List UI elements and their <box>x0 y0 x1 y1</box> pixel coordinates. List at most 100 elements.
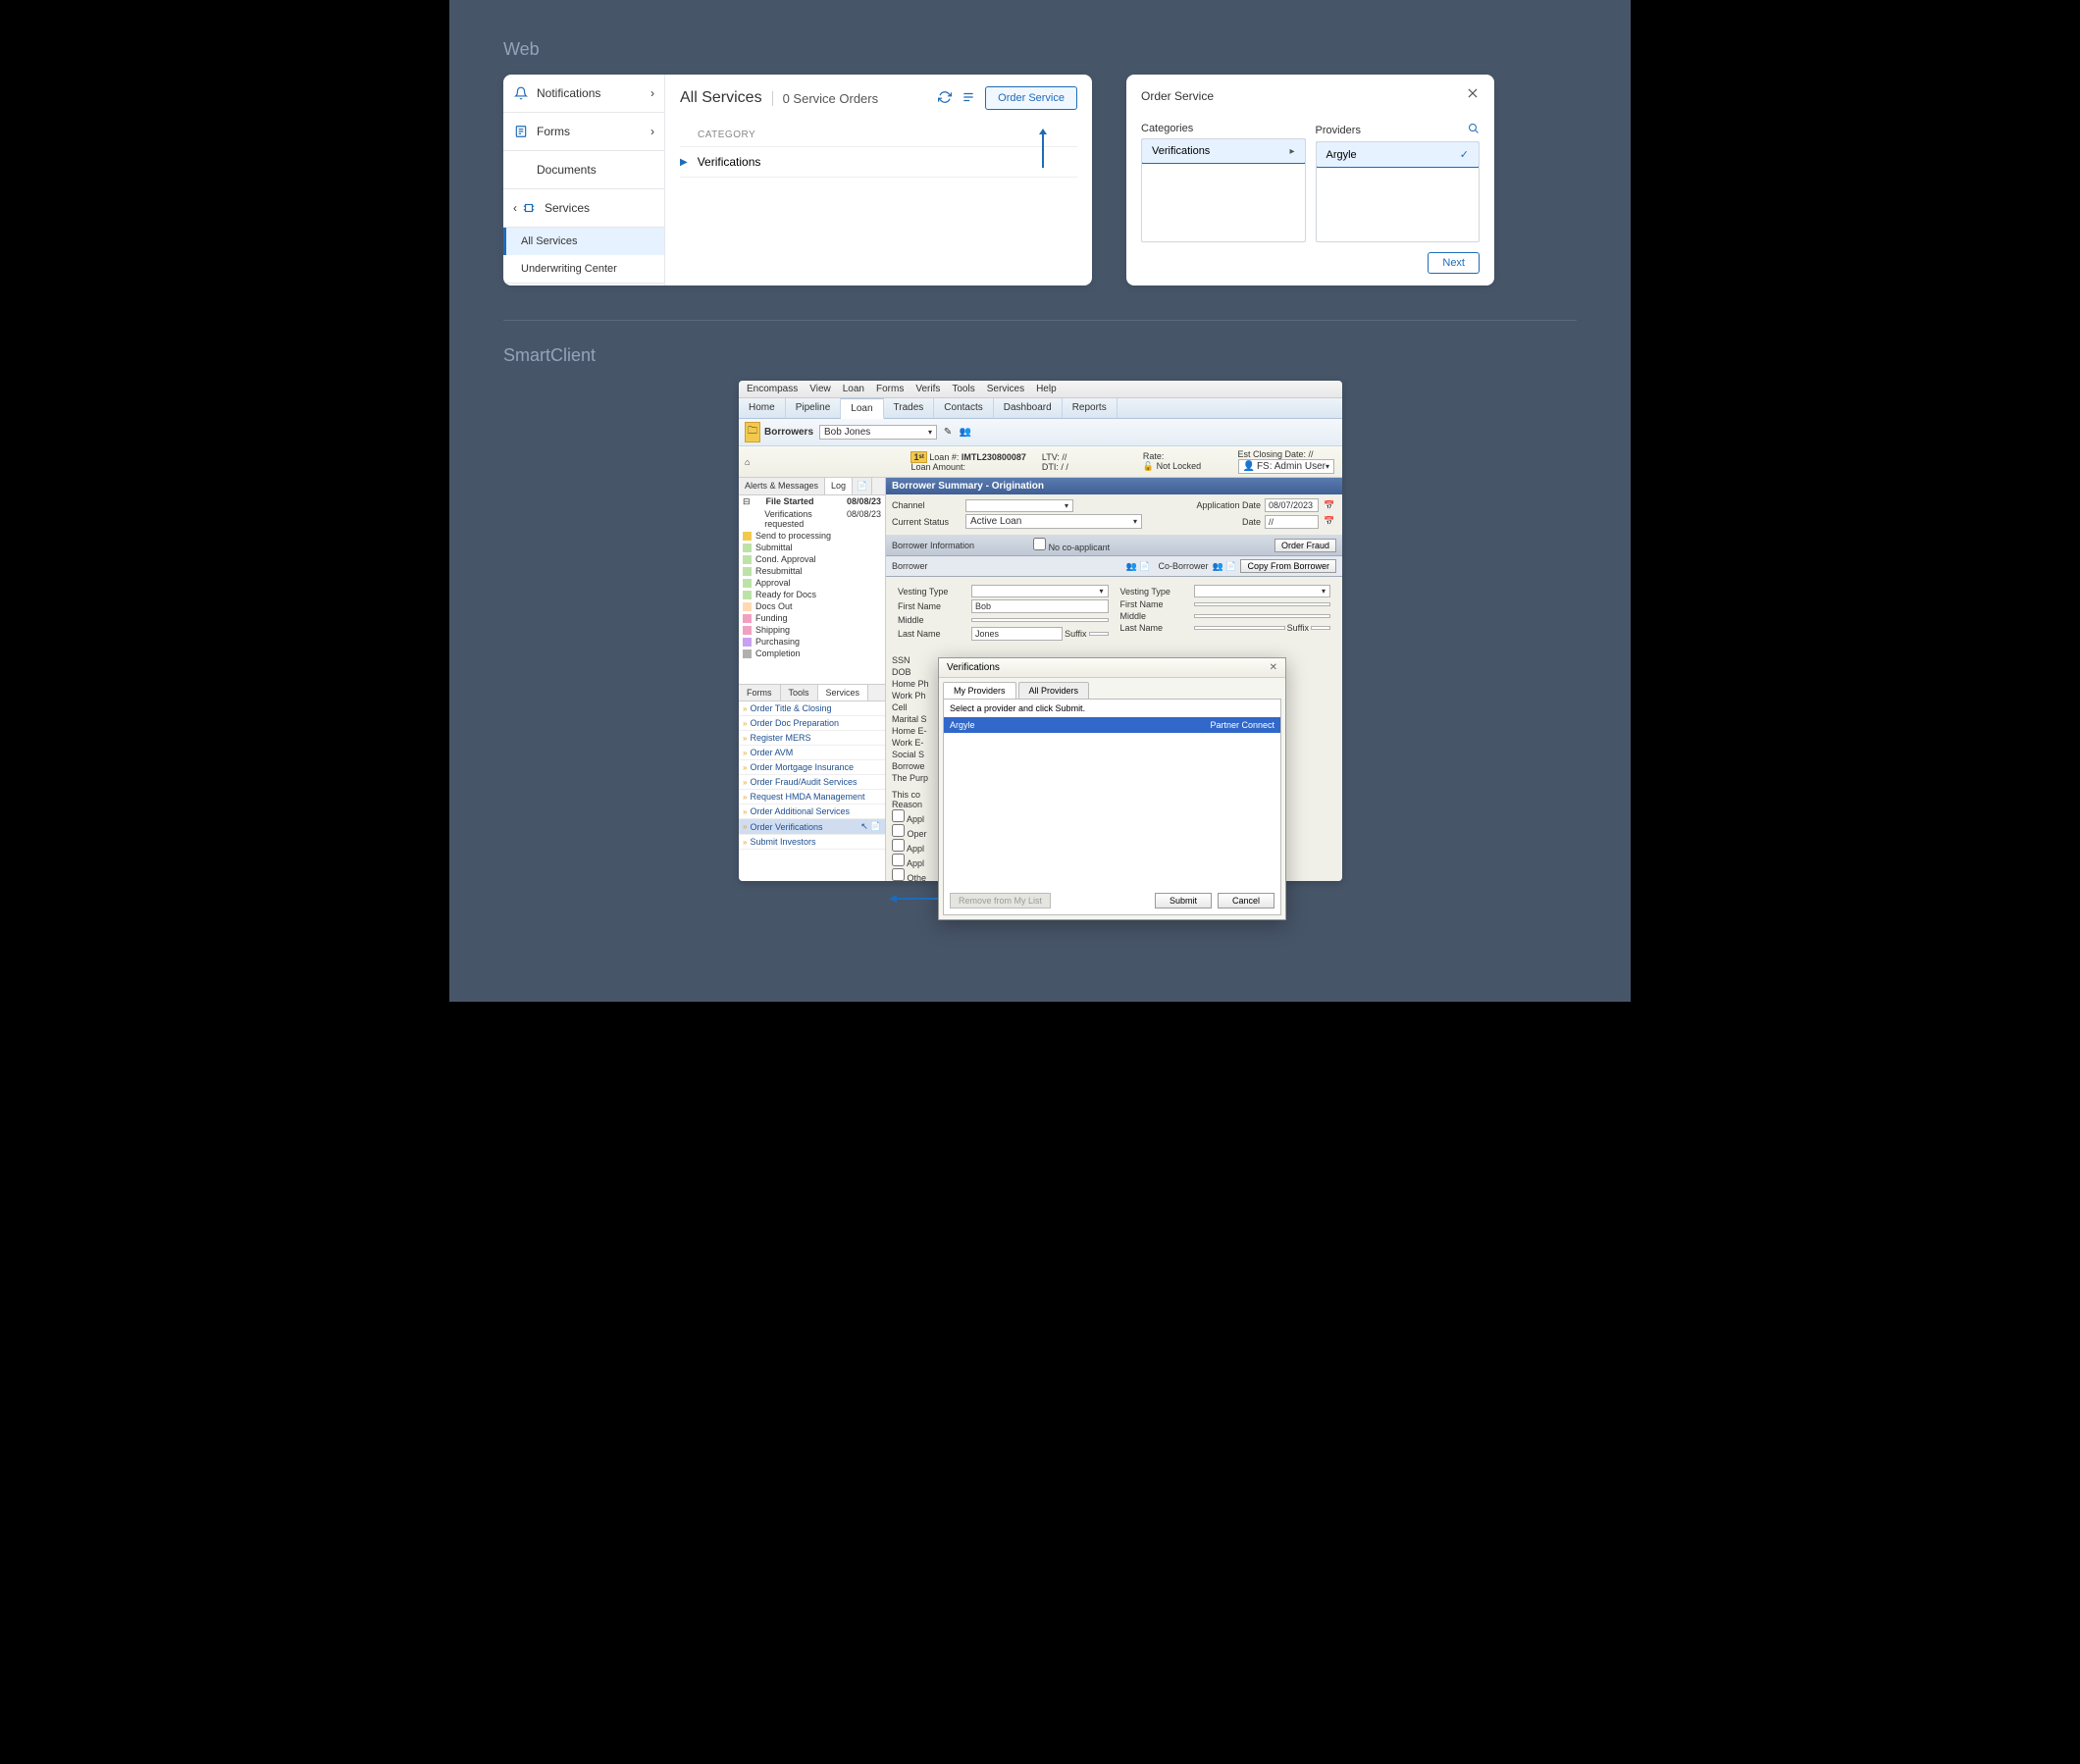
log-item[interactable]: Shipping <box>739 624 885 636</box>
log-item[interactable]: Docs Out <box>739 600 885 612</box>
modal-title: Order Service <box>1141 89 1214 103</box>
copy-from-borrower-button[interactable]: Copy From Borrower <box>1240 559 1336 573</box>
section-divider <box>503 320 1577 321</box>
tab-dashboard[interactable]: Dashboard <box>994 398 1063 418</box>
category-option-verifications[interactable]: Verifications ▸ <box>1141 138 1306 164</box>
order-service-button[interactable]: Order Service <box>985 86 1077 110</box>
status-dropdown[interactable]: Active Loan▾ <box>965 514 1142 529</box>
menu-help[interactable]: Help <box>1036 384 1057 394</box>
provider-row-argyle[interactable]: Argyle Partner Connect <box>944 717 1280 733</box>
tab-trades[interactable]: Trades <box>884 398 935 418</box>
tab-reports[interactable]: Reports <box>1063 398 1118 418</box>
log-new-icon[interactable]: 📄 <box>853 478 872 494</box>
first-name-input[interactable]: Bob <box>971 599 1109 613</box>
view-borrower-icon[interactable]: 👥 <box>959 426 972 440</box>
service-item[interactable]: »Order Doc Preparation <box>739 716 885 731</box>
callout-arrow-icon <box>1038 129 1048 173</box>
menu-encompass[interactable]: Encompass <box>747 384 798 394</box>
tab-all-providers[interactable]: All Providers <box>1018 682 1090 699</box>
borrower-icons[interactable]: 👥 📄 <box>1126 561 1151 572</box>
service-item[interactable]: »Register MERS <box>739 731 885 746</box>
bottom-tab-forms[interactable]: Forms <box>739 685 781 700</box>
submit-button[interactable]: Submit <box>1155 893 1212 908</box>
tab-my-providers[interactable]: My Providers <box>943 682 1016 699</box>
vesting-dropdown[interactable]: ▾ <box>971 585 1109 597</box>
service-item[interactable]: »Submit Investors <box>739 835 885 850</box>
co-last-name-input[interactable] <box>1194 626 1285 630</box>
menu-verifs[interactable]: Verifs <box>915 384 940 394</box>
coborrower-icons[interactable]: 👥 📄 <box>1213 561 1237 572</box>
menu-forms[interactable]: Forms <box>876 384 904 394</box>
alerts-tab[interactable]: Alerts & Messages <box>739 478 825 494</box>
menu-tools[interactable]: Tools <box>952 384 974 394</box>
nav-underwriting-center[interactable]: Underwriting Center <box>503 255 664 283</box>
close-icon[interactable]: ✕ <box>1270 662 1277 673</box>
calendar-icon[interactable]: 📅 <box>1323 498 1336 512</box>
log-item[interactable]: Resubmittal <box>739 565 885 577</box>
close-icon[interactable] <box>1466 86 1480 105</box>
no-coapplicant-checkbox[interactable]: No co-applicant <box>1033 538 1110 552</box>
service-item[interactable]: »Order Verifications ↖📄 <box>739 819 885 835</box>
menu-view[interactable]: View <box>809 384 831 394</box>
nav-tools[interactable]: Tools › <box>503 283 664 285</box>
search-icon[interactable] <box>1468 123 1480 137</box>
last-name-input[interactable]: Jones <box>971 627 1063 641</box>
nav-notifications[interactable]: Notifications › <box>503 75 664 113</box>
log-item[interactable]: Funding <box>739 612 885 624</box>
loan-amount-label: Loan Amount: <box>910 462 1025 472</box>
date-input[interactable]: // <box>1265 515 1319 529</box>
co-middle-input[interactable] <box>1194 614 1331 618</box>
nav-services-label: Services <box>545 201 590 215</box>
next-button[interactable]: Next <box>1428 252 1480 274</box>
service-item[interactable]: »Order AVM <box>739 746 885 760</box>
web-main: All Services 0 Service Orders Order Serv… <box>665 75 1092 285</box>
fs-user-dropdown[interactable]: 👤 FS: Admin User ▾ <box>1238 459 1335 474</box>
nav-forms[interactable]: Forms › <box>503 113 664 151</box>
nav-all-services[interactable]: All Services <box>503 228 664 255</box>
tab-loan[interactable]: Loan <box>841 398 883 419</box>
log-item[interactable]: ⊟File Started08/08/23 <box>739 495 885 508</box>
service-item[interactable]: »Order Title & Closing <box>739 701 885 716</box>
log-item[interactable]: Verifications requested08/08/23 <box>739 508 885 530</box>
log-item[interactable]: Purchasing <box>739 636 885 648</box>
menu-loan[interactable]: Loan <box>843 384 864 394</box>
calendar-icon[interactable]: 📅 <box>1323 515 1336 529</box>
bottom-tab-services[interactable]: Services <box>818 685 869 700</box>
suffix-input[interactable] <box>1089 632 1109 636</box>
tab-pipeline[interactable]: Pipeline <box>786 398 842 418</box>
co-vesting-dropdown[interactable]: ▾ <box>1194 585 1331 597</box>
co-first-name-input[interactable] <box>1194 602 1331 606</box>
log-item[interactable]: Approval <box>739 577 885 589</box>
category-verifications-row[interactable]: ▶ Verifications <box>680 146 1077 178</box>
list-settings-icon[interactable] <box>962 90 975 107</box>
provider-option-argyle[interactable]: Argyle ✓ <box>1316 141 1481 168</box>
borrower-dropdown[interactable]: Bob Jones ▾ <box>819 425 937 440</box>
bottom-tab-tools[interactable]: Tools <box>781 685 818 700</box>
nav-services[interactable]: ‹ Services <box>503 188 664 228</box>
verifications-modal: Verifications ✕ My Providers All Provide… <box>938 657 1286 920</box>
nav-documents[interactable]: · Documents <box>503 151 664 188</box>
log-item[interactable]: Ready for Docs <box>739 589 885 600</box>
home-icon[interactable]: ⌂ <box>745 457 750 467</box>
edit-borrower-icon[interactable]: ✎ <box>941 426 955 440</box>
service-item[interactable]: »Order Additional Services <box>739 804 885 819</box>
log-item[interactable]: Cond. Approval <box>739 553 885 565</box>
loan-no: IMTL230800087 <box>962 452 1026 462</box>
order-fraud-button[interactable]: Order Fraud <box>1274 539 1336 552</box>
menu-services[interactable]: Services <box>987 384 1024 394</box>
tab-home[interactable]: Home <box>739 398 786 418</box>
service-item[interactable]: »Order Mortgage Insurance <box>739 760 885 775</box>
app-date-input[interactable]: 08/07/2023 <box>1265 498 1319 512</box>
cancel-button[interactable]: Cancel <box>1218 893 1274 908</box>
log-item[interactable]: Submittal <box>739 542 885 553</box>
log-tab[interactable]: Log <box>825 478 853 494</box>
refresh-icon[interactable] <box>938 90 952 107</box>
service-item[interactable]: »Order Fraud/Audit Services <box>739 775 885 790</box>
tab-contacts[interactable]: Contacts <box>934 398 993 418</box>
co-suffix-input[interactable] <box>1311 626 1330 630</box>
log-item[interactable]: Completion <box>739 648 885 659</box>
channel-dropdown[interactable]: ▾ <box>965 499 1073 512</box>
log-item[interactable]: Send to processing <box>739 530 885 542</box>
middle-input[interactable] <box>971 618 1109 622</box>
service-item[interactable]: »Request HMDA Management <box>739 790 885 804</box>
